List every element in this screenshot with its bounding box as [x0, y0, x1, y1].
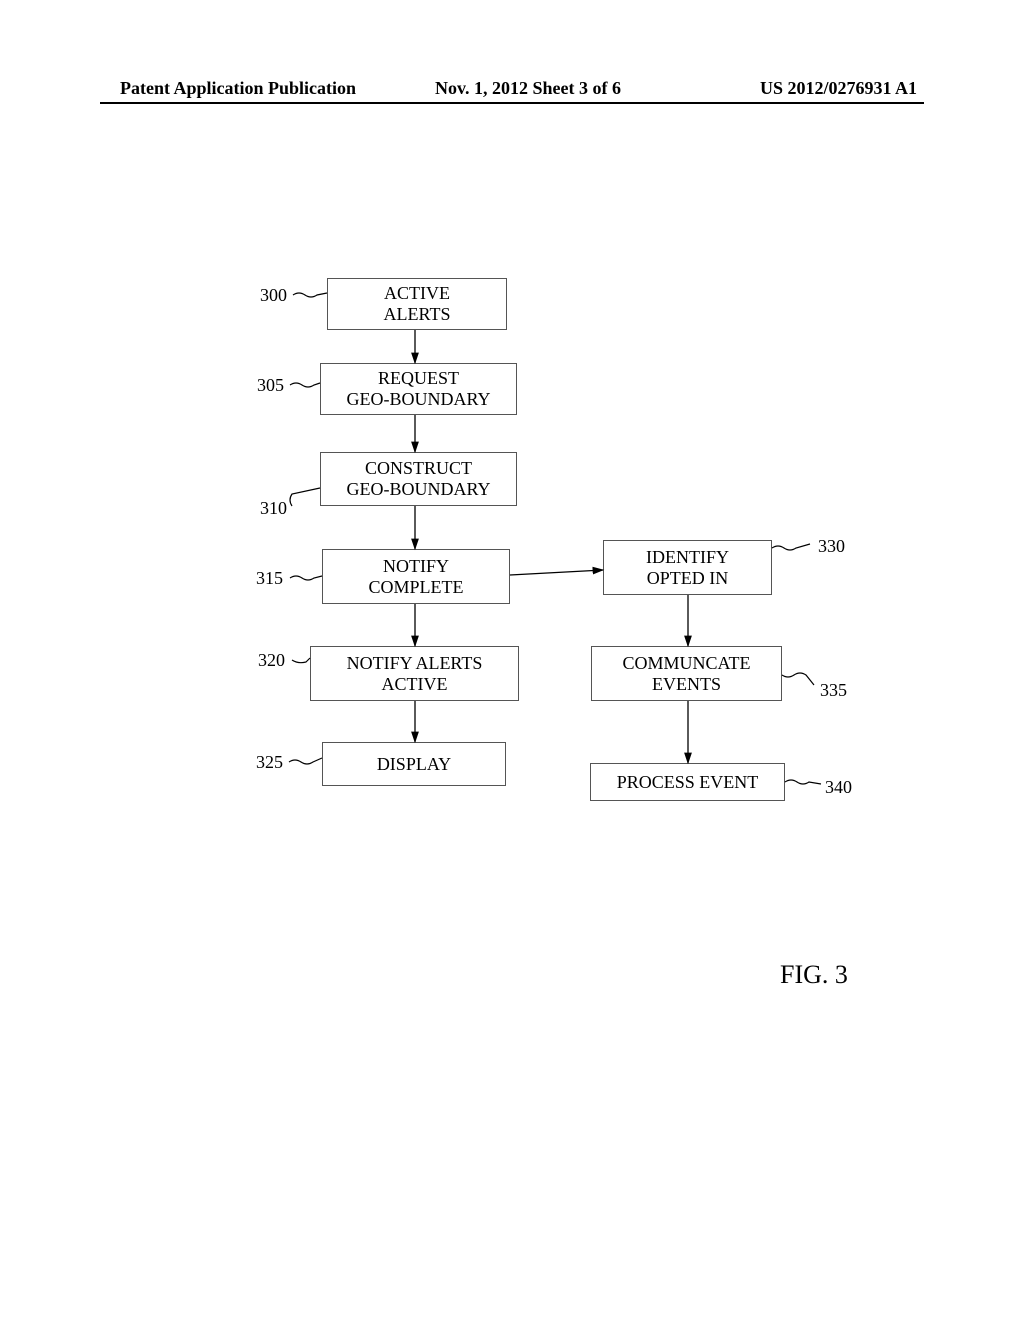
- connectors: [0, 0, 1024, 1320]
